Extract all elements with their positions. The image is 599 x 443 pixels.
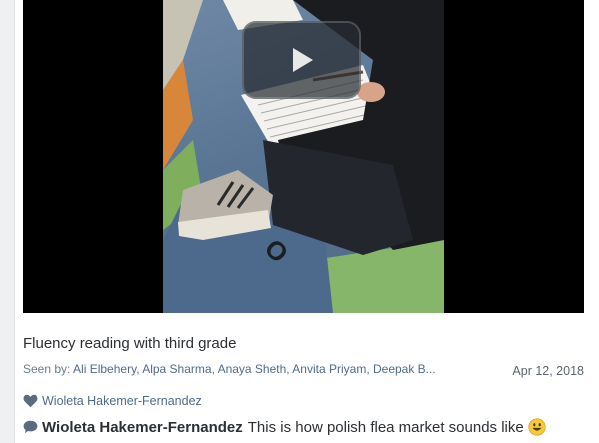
play-icon (292, 48, 313, 72)
comment-author[interactable]: Wioleta Hakemer-Fernandez (42, 419, 243, 436)
comment-bubble-icon (23, 420, 38, 434)
comment-text: This is how polish flea market sounds li… (247, 418, 524, 436)
video-player[interactable]: tic O (23, 0, 584, 313)
seen-by-names[interactable]: Ali Elbehery, Alpa Sharma, Anaya Sheth, … (73, 362, 436, 376)
seen-by-label: Seen by: (23, 362, 71, 376)
post-card: tic O (14, 0, 599, 443)
play-button[interactable] (242, 21, 361, 99)
smiley-emoji-icon (528, 418, 546, 436)
seen-by-row: Seen by: Ali Elbehery, Alpa Sharma, Anay… (23, 362, 584, 378)
liked-by-name[interactable]: Wioleta Hakemer-Fernandez (42, 394, 202, 408)
post-caption: Fluency reading with third grade (23, 335, 237, 352)
heart-icon[interactable] (23, 394, 38, 408)
post-date: Apr 12, 2018 (512, 364, 584, 378)
likes-row: Wioleta Hakemer-Fernandez (23, 392, 202, 410)
comment-item: Wioleta Hakemer-Fernandez This is how po… (23, 417, 546, 437)
